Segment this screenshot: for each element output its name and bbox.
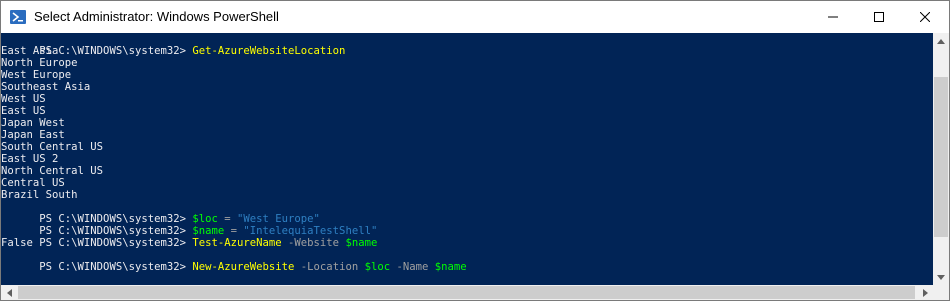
- maximize-icon: [874, 12, 884, 22]
- maximize-button[interactable]: [856, 1, 902, 33]
- location-line: Southeast Asia: [1, 81, 91, 93]
- command-name: Test-AzureName: [192, 237, 282, 249]
- console-line-command: PS C:\WINDOWS\system32> Get-AzureWebsite…: [1, 33, 933, 57]
- vertical-scrollbar[interactable]: [933, 33, 949, 285]
- close-button[interactable]: [902, 1, 948, 33]
- prompt: PS C:\WINDOWS\system32>: [39, 45, 193, 57]
- console-line-command: PS C:\WINDOWS\system32> $loc = "West Eur…: [1, 201, 933, 225]
- location-line: North Europe: [1, 57, 78, 69]
- scroll-up-button[interactable]: [933, 33, 949, 49]
- command-name: New-AzureWebsite: [192, 261, 295, 273]
- location-line: Brazil South: [1, 189, 78, 201]
- prompt: PS C:\WINDOWS\system32>: [39, 225, 193, 237]
- window-title: Select Administrator: Windows PowerShell: [34, 9, 279, 24]
- scroll-right-button[interactable]: [917, 285, 933, 300]
- prompt: PS C:\WINDOWS\system32>: [39, 237, 193, 249]
- scroll-down-button[interactable]: [933, 269, 949, 285]
- variable: $loc: [364, 261, 391, 273]
- variable: $name: [345, 237, 378, 249]
- parameter: -Name: [390, 261, 435, 273]
- variable: $name: [192, 225, 225, 237]
- title-bar[interactable]: Select Administrator: Windows PowerShell: [1, 1, 949, 33]
- location-line: South Central US: [1, 141, 104, 153]
- horizontal-scrollbar[interactable]: [1, 285, 933, 300]
- location-line: Central US: [1, 177, 65, 189]
- command-name: Get-AzureWebsiteLocation: [192, 45, 346, 57]
- variable: $loc: [192, 213, 218, 225]
- scroll-up-icon: [937, 38, 945, 44]
- scroll-left-button[interactable]: [1, 285, 17, 300]
- location-line: East US 2: [1, 153, 59, 165]
- parameter: -Website: [281, 237, 346, 249]
- close-icon: [920, 12, 930, 22]
- operator: =: [224, 225, 244, 237]
- location-line: West Europe: [1, 69, 72, 81]
- console-line-command: PS C:\WINDOWS\system32> New-AzureWebsite…: [1, 249, 933, 273]
- variable: $name: [434, 261, 467, 273]
- operator: =: [217, 213, 238, 225]
- prompt: PS C:\WINDOWS\system32>: [39, 213, 193, 225]
- location-line: North Central US: [1, 165, 104, 177]
- scroll-left-icon: [6, 288, 12, 297]
- parameter: -Location: [294, 261, 365, 273]
- horizontal-scroll-thumb[interactable]: [18, 286, 915, 299]
- minimize-icon: [828, 16, 838, 18]
- powershell-icon[interactable]: [10, 9, 26, 25]
- prompt: PS C:\WINDOWS\system32>: [39, 261, 193, 273]
- location-line: Japan East: [1, 129, 65, 141]
- location-line: East US: [1, 105, 46, 117]
- scroll-down-icon: [937, 274, 945, 280]
- string-literal: "IntelequiaTestShell": [243, 225, 378, 237]
- location-line: West US: [1, 93, 46, 105]
- location-line: Japan West: [1, 117, 65, 129]
- vertical-scroll-thumb[interactable]: [934, 77, 948, 237]
- console-output[interactable]: PS C:\WINDOWS\system32> Get-AzureWebsite…: [1, 33, 933, 285]
- powershell-window: Select Administrator: Windows PowerShell…: [0, 0, 950, 301]
- minimize-button[interactable]: [810, 1, 856, 33]
- string-literal: "West Europe": [237, 213, 320, 225]
- scrollbar-corner: [933, 285, 949, 300]
- scroll-right-icon: [922, 288, 928, 297]
